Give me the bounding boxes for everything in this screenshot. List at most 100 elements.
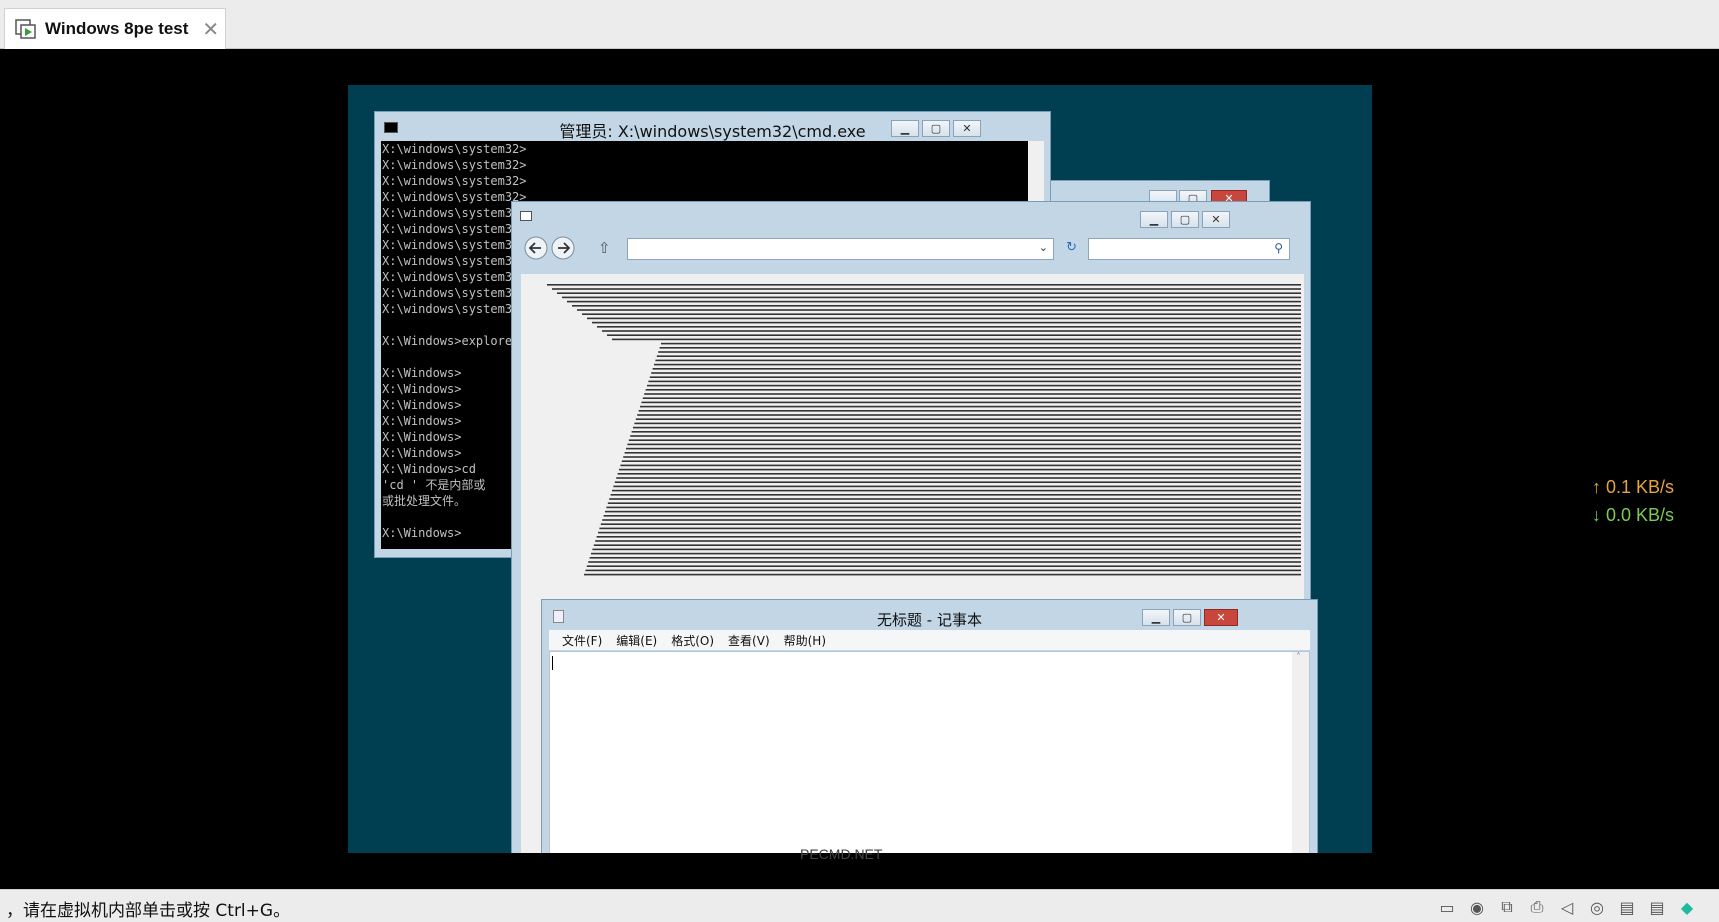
artifact-line — [593, 544, 1301, 546]
cmd-titlebar[interactable]: 管理员: X:\windows\system32\cmd.exe ▁ ▢ ✕ — [375, 112, 1050, 141]
artifact-line — [587, 317, 1301, 320]
artifact-line — [640, 405, 1301, 408]
search-input[interactable]: ⚲ — [1088, 238, 1290, 260]
artifact-line — [595, 540, 1301, 542]
tab-title: Windows 8pe test — [45, 19, 189, 38]
artifact-line — [614, 481, 1301, 483]
console-line: X:\windows\system32> — [382, 174, 527, 188]
artifact-line — [547, 284, 1301, 286]
display-icon[interactable]: ▤ — [1617, 897, 1637, 917]
artifact-line — [655, 359, 1301, 362]
watermark: PECMD.NET — [800, 846, 883, 862]
artifact-line — [617, 473, 1301, 475]
artifact-line — [607, 334, 1301, 336]
artifact-line — [602, 519, 1301, 521]
device-icons: ▭ ◉ ⧉ ⎙ ◁ ◎ ▤ ▤ ◆ — [1437, 897, 1697, 917]
artifact-line — [600, 523, 1301, 525]
close-button[interactable]: ✕ — [1204, 609, 1238, 626]
maximize-button[interactable]: ▢ — [1171, 211, 1199, 228]
artifact-line — [606, 506, 1301, 509]
artifact-line — [589, 557, 1301, 559]
artifact-line — [620, 464, 1301, 467]
artifact-line — [627, 443, 1301, 446]
artifact-line — [647, 384, 1301, 387]
artifact-line — [652, 368, 1301, 370]
artifact-line — [592, 548, 1301, 551]
artifact-line — [623, 456, 1301, 458]
console-line: X:\windows\system32> — [382, 142, 527, 156]
minimize-button[interactable]: ▁ — [1140, 211, 1168, 228]
status-bar: ，请在虚拟机内部单击或按 Ctrl+G。 ▭ ◉ ⧉ ⎙ ◁ ◎ ▤ ▤ ◆ — [0, 889, 1719, 922]
artifact-line — [626, 447, 1301, 450]
artifact-line — [642, 397, 1301, 399]
artifact-line — [624, 452, 1301, 454]
artifact-line — [659, 347, 1301, 349]
artifact-line — [591, 552, 1301, 555]
artifact-line — [610, 494, 1301, 496]
artifact-line — [654, 363, 1301, 366]
scroll-up-icon[interactable]: ˄ — [1296, 652, 1301, 663]
address-bar[interactable]: ⌄ ↻ — [627, 238, 1077, 260]
message-icon[interactable]: ◆ — [1677, 897, 1697, 917]
artifact-line — [584, 573, 1301, 576]
printer-icon[interactable]: ⎙ — [1527, 897, 1547, 917]
chevron-down-icon[interactable]: ⌄ — [1039, 241, 1048, 254]
artifact-line — [616, 477, 1301, 479]
menu-help[interactable]: 帮助(H) — [784, 632, 826, 649]
artifact-line — [596, 536, 1301, 538]
artifact-line — [661, 342, 1301, 345]
artifact-line — [586, 565, 1301, 567]
close-button[interactable]: ✕ — [1202, 211, 1230, 228]
artifact-line — [609, 498, 1301, 500]
minimize-button[interactable]: ▁ — [891, 120, 919, 137]
menu-view[interactable]: 查看(V) — [728, 632, 770, 649]
back-button[interactable] — [525, 237, 549, 261]
text-caret — [552, 656, 553, 670]
artifact-line — [631, 431, 1301, 433]
close-tab-icon[interactable]: ✕ — [202, 19, 219, 39]
vm-display[interactable]: 管理员: X:\windows\system32\cmd.exe ▁ ▢ ✕ X… — [0, 49, 1719, 889]
artifact-line — [599, 527, 1301, 530]
vm-icon — [15, 19, 36, 39]
cd-icon[interactable]: ◉ — [1467, 897, 1487, 917]
artifact-line — [641, 401, 1301, 404]
forward-button[interactable] — [552, 237, 576, 261]
artifact-line — [651, 372, 1301, 374]
up-arrow-icon[interactable]: ⇧ — [598, 239, 611, 257]
artifact-line — [628, 439, 1301, 441]
artifact-line — [613, 485, 1301, 488]
artifact-line — [605, 510, 1301, 513]
artifact-line — [612, 489, 1301, 492]
refresh-icon[interactable]: ↻ — [1066, 240, 1077, 255]
artifact-line — [644, 393, 1301, 395]
artifact-line — [557, 292, 1301, 294]
hdd-icon[interactable]: ▭ — [1437, 897, 1457, 917]
artifact-line — [619, 468, 1301, 471]
artifact-line — [567, 300, 1301, 303]
maximize-button[interactable]: ▢ — [922, 120, 950, 137]
usb-icon[interactable]: ◎ — [1587, 897, 1607, 917]
artifact-line — [607, 502, 1301, 504]
network-icon[interactable]: ⧉ — [1497, 897, 1517, 917]
artifact-line — [633, 426, 1301, 429]
artifact-line — [585, 569, 1301, 572]
artifact-line — [635, 418, 1301, 420]
maximize-button[interactable]: ▢ — [1173, 609, 1201, 626]
notepad-window[interactable]: 无标题 - 记事本 ▁ ▢ ✕ 文件(F) 编辑(E) 格式(O) 查看(V) … — [541, 599, 1318, 853]
menu-format[interactable]: 格式(O) — [671, 632, 714, 649]
artifact-line — [597, 326, 1301, 328]
artifact-line — [603, 515, 1301, 517]
search-icon[interactable]: ⚲ — [1274, 241, 1283, 255]
text-editor[interactable]: ˄ — [549, 651, 1310, 853]
console-line: X:\windows\system32> — [382, 158, 527, 172]
sound-icon[interactable]: ◁ — [1557, 897, 1577, 917]
menu-file[interactable]: 文件(F) — [562, 632, 602, 649]
minimize-button[interactable]: ▁ — [1142, 609, 1170, 626]
download-speed: ↓ 0.0 KB/s — [1592, 505, 1675, 525]
storage-icon[interactable]: ▤ — [1647, 897, 1667, 917]
guest-desktop[interactable]: 管理员: X:\windows\system32\cmd.exe ▁ ▢ ✕ X… — [348, 85, 1372, 853]
close-button[interactable]: ✕ — [953, 120, 981, 137]
editor-scrollbar[interactable]: ˄ — [1292, 652, 1309, 853]
menu-edit[interactable]: 编辑(E) — [616, 632, 657, 649]
vm-tab[interactable]: Windows 8pe test ✕ — [4, 8, 226, 49]
